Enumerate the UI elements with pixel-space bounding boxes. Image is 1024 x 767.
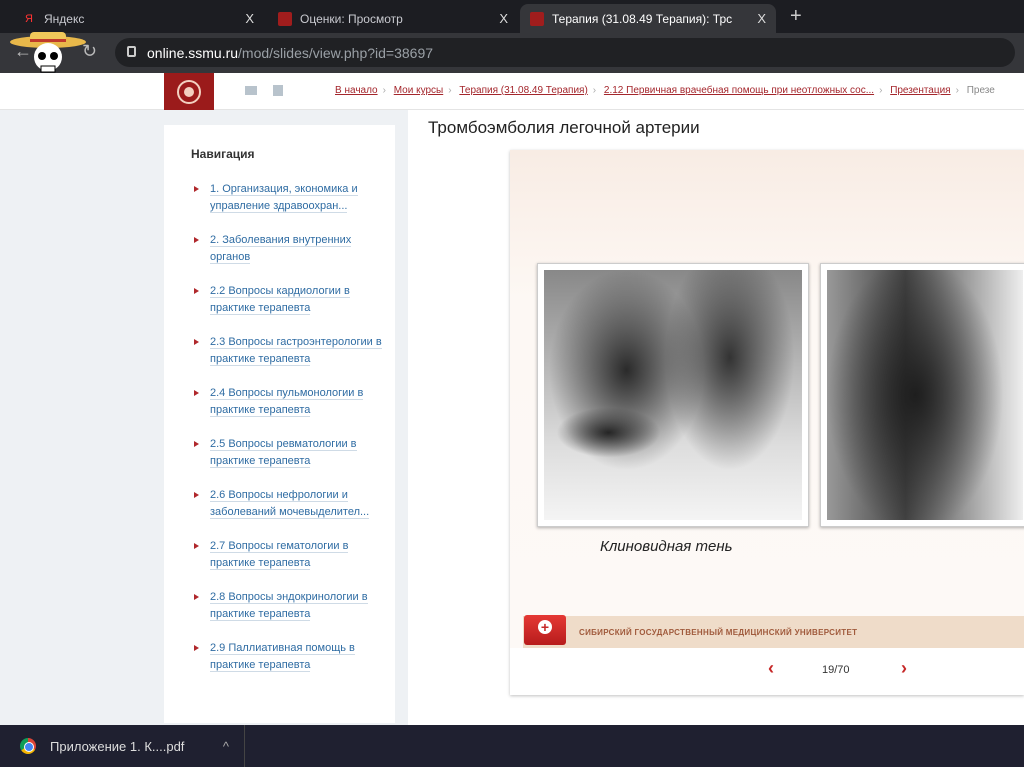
slide-counter: 19/70 <box>822 664 850 676</box>
xray-image-lateral <box>820 263 1024 527</box>
nav-link[interactable]: 1. Организация, экономика и управление з… <box>210 183 358 213</box>
url-path: /mod/slides/view.php?id=38697 <box>238 44 434 61</box>
nav-item: 2.5 Вопросы ревматологии в практике тера… <box>191 436 391 470</box>
prev-slide-button[interactable]: ‹ <box>768 658 774 679</box>
nav-link[interactable]: 2.9 Паллиативная помощь в практике терап… <box>210 642 355 672</box>
new-tab-button[interactable]: + <box>790 5 802 28</box>
tab-therapy[interactable]: Терапия (31.08.49 Терапия): Трс X <box>520 4 776 33</box>
slide-viewer: Клиновидная тень СИБИРСКИЙ ГОСУДАРСТВЕНН… <box>510 150 1024 695</box>
nav-link[interactable]: 2.2 Вопросы кардиологии в практике терап… <box>210 285 350 315</box>
nav-item: 2.4 Вопросы пульмонологии в практике тер… <box>191 385 391 419</box>
tab-yandex[interactable]: Я Яндекс X <box>12 4 264 33</box>
breadcrumb-home[interactable]: В начало <box>335 85 378 96</box>
breadcrumb-course[interactable]: Терапия (31.08.49 Терапия) <box>459 85 587 96</box>
chevron-up-icon[interactable]: ^ <box>223 739 229 754</box>
breadcrumb-current: Презе <box>966 85 995 96</box>
next-slide-button[interactable]: › <box>901 658 907 679</box>
tab-grades[interactable]: Оценки: Просмотр X <box>268 4 518 33</box>
tab-bar: Я Яндекс X Оценки: Просмотр X Терапия (3… <box>0 0 1024 33</box>
nav-link[interactable]: 2.8 Вопросы эндокринологии в практике те… <box>210 591 368 621</box>
nav-item: 2.6 Вопросы нефрологии и заболеваний моч… <box>191 487 391 521</box>
site-header: В начало › Мои курсы › Терапия (31.08.49 Т… <box>0 73 1024 110</box>
navigation-block: Навигация 1. Организация, экономика и уп… <box>164 125 395 723</box>
address-bar: ← ↻ online.ssmu.ru/mod/slides/view.php?i… <box>0 33 1024 73</box>
slide-footer-band: СИБИРСКИЙ ГОСУДАРСТВЕННЫЙ МЕДИЦИНСКИЙ УН… <box>523 616 1024 648</box>
close-icon[interactable]: X <box>245 11 254 26</box>
nav-item: 2. Заболевания внутренних органов <box>191 232 391 266</box>
navigation-title: Навигация <box>191 147 255 161</box>
mail-icon[interactable] <box>245 86 257 95</box>
nav-item: 2.8 Вопросы эндокринологии в практике те… <box>191 589 391 623</box>
xray-image-frontal <box>537 263 809 527</box>
nav-item: 1. Организация, экономика и управление з… <box>191 181 391 215</box>
slide-pager: ‹ 19/70 › <box>510 648 1024 695</box>
url-host: online.ssmu.ru <box>147 44 239 61</box>
nav-item: 2.9 Паллиативная помощь в практике терап… <box>191 640 391 674</box>
url-input[interactable]: online.ssmu.ru/mod/slides/view.php?id=38… <box>115 38 1015 67</box>
download-item[interactable]: Приложение 1. К....pdf ^ <box>0 725 245 767</box>
ssmu-icon <box>278 11 292 26</box>
slide-caption: Клиновидная тень <box>600 538 733 555</box>
close-icon[interactable]: X <box>499 11 508 26</box>
navigation-list: 1. Организация, экономика и управление з… <box>191 181 391 691</box>
nav-item: 2.7 Вопросы гематологии в практике терап… <box>191 538 391 572</box>
chrome-icon <box>20 738 36 754</box>
medical-kit-icon <box>524 615 566 645</box>
lock-icon <box>127 46 136 57</box>
nav-link[interactable]: 2.4 Вопросы пульмонологии в практике тер… <box>210 387 364 417</box>
calendar-icon[interactable] <box>273 85 283 96</box>
slide-image: Клиновидная тень СИБИРСКИЙ ГОСУДАРСТВЕНН… <box>510 150 1024 648</box>
download-filename: Приложение 1. К....pdf <box>50 738 185 754</box>
breadcrumb-my-courses[interactable]: Мои курсы <box>394 85 444 96</box>
yandex-icon: Я <box>25 12 33 25</box>
breadcrumb-section[interactable]: 2.12 Первичная врачебная помощь при неот… <box>604 85 874 96</box>
tab-label: Оценки: Просмотр <box>300 11 403 26</box>
nav-item: 2.3 Вопросы гастроэнтерологии в практике… <box>191 334 391 368</box>
nav-link[interactable]: 2. Заболевания внутренних органов <box>210 234 352 264</box>
ssmu-icon <box>530 11 544 26</box>
nav-item: 2.2 Вопросы кардиологии в практике терап… <box>191 283 391 317</box>
tab-label: Яндекс <box>44 11 85 26</box>
nav-link[interactable]: 2.3 Вопросы гастроэнтерологии в практике… <box>210 336 382 366</box>
breadcrumb-presentation[interactable]: Презентация <box>890 85 950 96</box>
nav-link[interactable]: 2.7 Вопросы гематологии в практике терап… <box>210 540 349 570</box>
breadcrumb: В начало › Мои курсы › Терапия (31.08.49 Т… <box>335 85 995 96</box>
university-name: СИБИРСКИЙ ГОСУДАРСТВЕННЫЙ МЕДИЦИНСКИЙ УН… <box>579 628 858 637</box>
nav-link[interactable]: 2.5 Вопросы ревматологии в практике тера… <box>210 438 357 468</box>
page-title: Тромбоэмболия легочной артерии <box>428 118 700 137</box>
tab-label: Терапия (31.08.49 Терапия): Трс <box>552 11 733 26</box>
ssmu-logo[interactable] <box>164 73 214 110</box>
nav-link[interactable]: 2.6 Вопросы нефрологии и заболеваний моч… <box>210 489 370 519</box>
download-bar: Приложение 1. К....pdf ^ <box>0 725 1024 767</box>
profile-avatar-icon[interactable] <box>8 30 88 74</box>
main-content: Тромбоэмболия легочной артерии Клиновидн… <box>408 110 1024 725</box>
close-icon[interactable]: X <box>757 11 766 26</box>
